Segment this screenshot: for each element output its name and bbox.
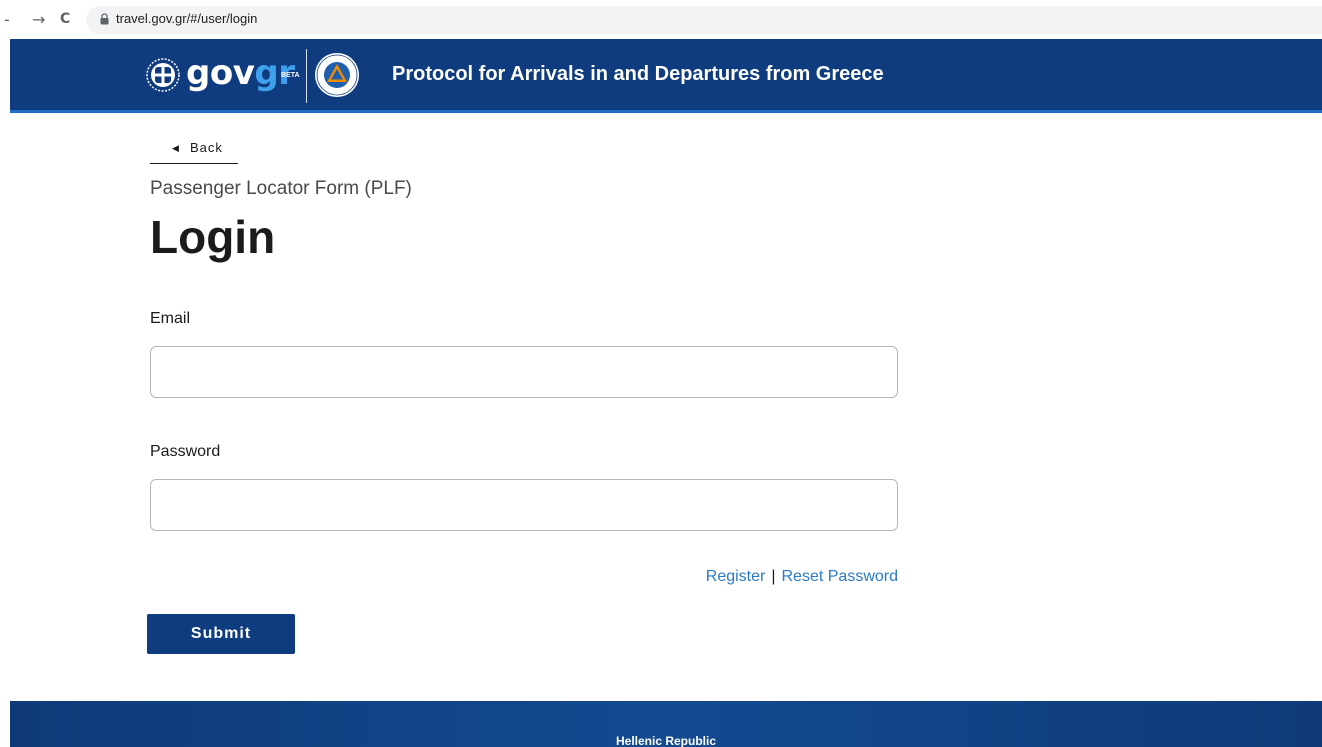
submit-button[interactable]: Submit [147,614,295,654]
register-link[interactable]: Register [706,568,766,585]
reload-icon[interactable]: C [60,11,70,27]
brand-gov-text: gov [186,53,255,93]
address-bar[interactable] [86,6,1322,34]
back-arrow-icon[interactable]: - [4,10,10,29]
greek-emblem-icon [146,58,180,92]
site-header: govgr BETA Protocol for Arrivals in and … [10,39,1322,113]
back-link[interactable]: ◀ Back [150,140,238,164]
links-separator: | [771,568,776,585]
password-field[interactable] [150,479,898,531]
lock-icon [100,13,109,25]
back-caret-icon: ◀ [172,143,179,153]
back-label: Back [190,140,223,155]
site-footer: Hellenic Republic [10,701,1322,747]
address-url[interactable]: travel.gov.gr/#/user/login [116,11,257,26]
reset-password-link[interactable]: Reset Password [782,568,899,585]
footer-text: Hellenic Republic [615,734,717,747]
civil-protection-icon [315,53,359,97]
form-caption: Passenger Locator Form (PLF) [150,178,412,199]
beta-badge: BETA [281,72,300,79]
forward-arrow-icon[interactable]: → [32,10,45,29]
email-label: Email [150,310,191,327]
browser-toolbar: - → C travel.gov.gr/#/user/login [0,0,1322,39]
header-divider [306,49,307,103]
header-title: Protocol for Arrivals in and Departures … [392,63,884,85]
account-links: Register | Reset Password [706,568,898,586]
password-label: Password [150,443,221,460]
email-field[interactable] [150,346,898,398]
govgr-logo[interactable]: govgr [186,53,295,93]
page-title: Login [150,211,276,263]
